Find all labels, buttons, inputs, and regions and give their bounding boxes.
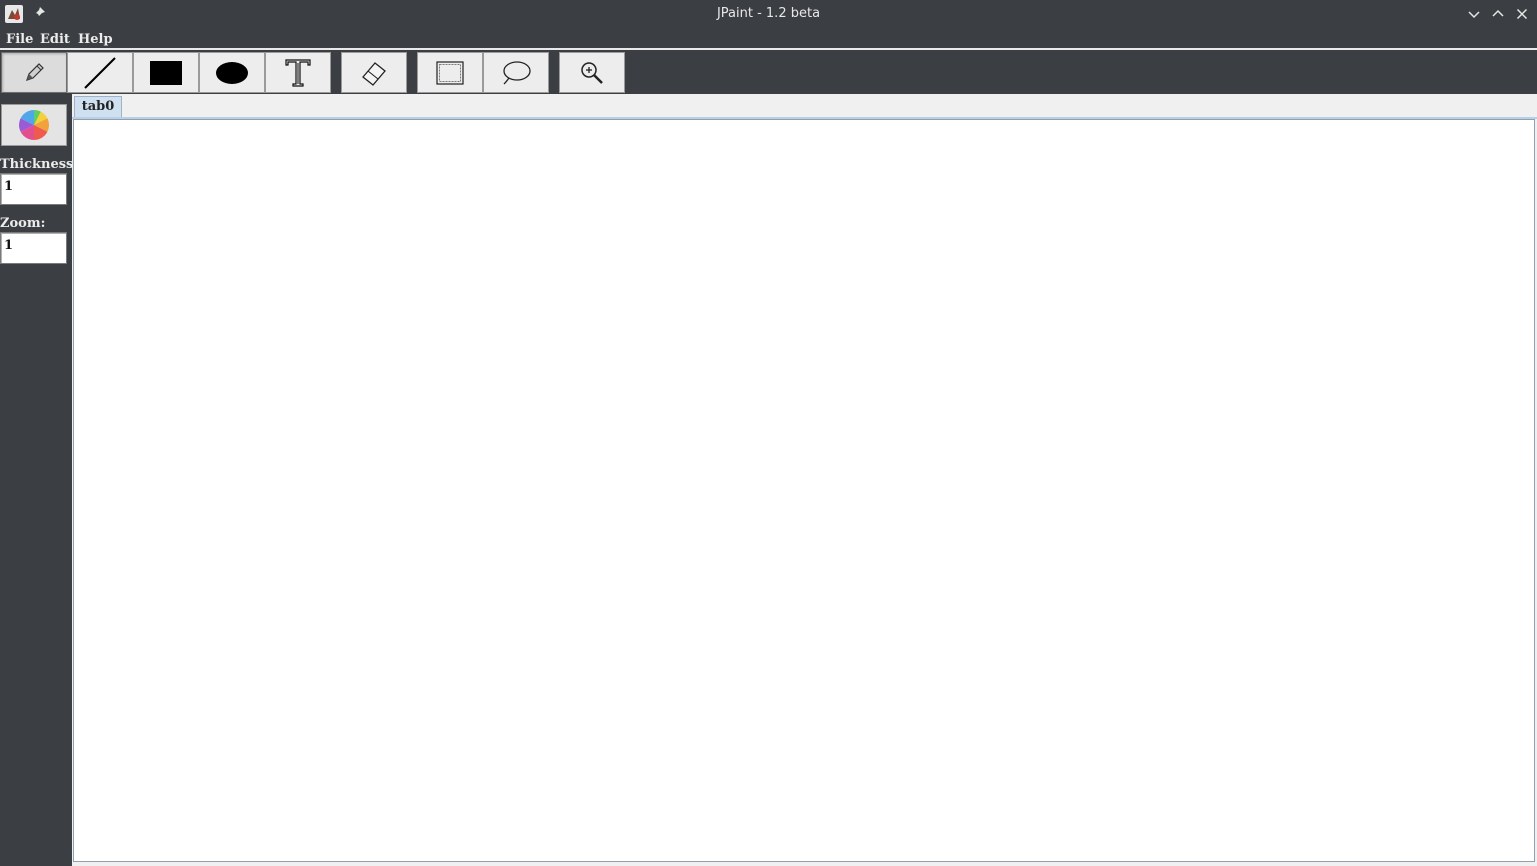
zoom-input[interactable]: 1 <box>0 232 67 264</box>
filled-ellipse-icon <box>216 61 248 84</box>
filled-rectangle-icon <box>150 60 182 85</box>
zoom-icon <box>581 61 603 84</box>
text-icon <box>285 58 311 87</box>
lasso-select-tool-button[interactable] <box>483 52 549 93</box>
ellipse-tool-button[interactable] <box>199 52 265 93</box>
color-wheel-icon <box>19 110 49 140</box>
menu-file[interactable]: File <box>6 32 33 47</box>
window-title: JPaint - 1.2 beta <box>716 6 821 21</box>
rect-select-icon <box>436 60 464 85</box>
options-sidebar: Thickness: 1 Zoom: 1 <box>0 94 78 866</box>
menu-bar: File Edit Help <box>0 28 1537 50</box>
text-tool-button[interactable] <box>265 52 331 93</box>
thickness-input[interactable]: 1 <box>0 173 67 205</box>
zoom-tool-button[interactable] <box>559 52 625 93</box>
lasso-icon <box>503 60 531 84</box>
title-bar: JPaint - 1.2 beta <box>0 0 1537 28</box>
pencil-tool-button[interactable] <box>1 52 67 93</box>
pencil-icon <box>26 62 44 81</box>
document-tab-area: tab0 <box>72 94 1537 866</box>
tool-bar <box>0 52 1537 94</box>
maximize-icon[interactable] <box>1490 6 1506 22</box>
rectangle-tool-button[interactable] <box>133 52 199 93</box>
menu-help[interactable]: Help <box>78 32 113 47</box>
line-tool-button[interactable] <box>67 52 133 93</box>
eraser-tool-button[interactable] <box>341 52 407 93</box>
close-icon[interactable] <box>1514 6 1530 22</box>
zoom-label: Zoom: <box>0 216 46 231</box>
minimize-icon[interactable] <box>1466 6 1482 22</box>
thickness-label: Thickness: <box>0 157 79 172</box>
line-icon <box>84 56 116 89</box>
menu-edit[interactable]: Edit <box>40 32 70 47</box>
eraser-icon <box>362 61 386 86</box>
drawing-canvas[interactable] <box>73 119 1535 862</box>
color-picker-button[interactable] <box>1 104 67 146</box>
rect-select-tool-button[interactable] <box>417 52 483 93</box>
tab-0[interactable]: tab0 <box>74 96 122 118</box>
